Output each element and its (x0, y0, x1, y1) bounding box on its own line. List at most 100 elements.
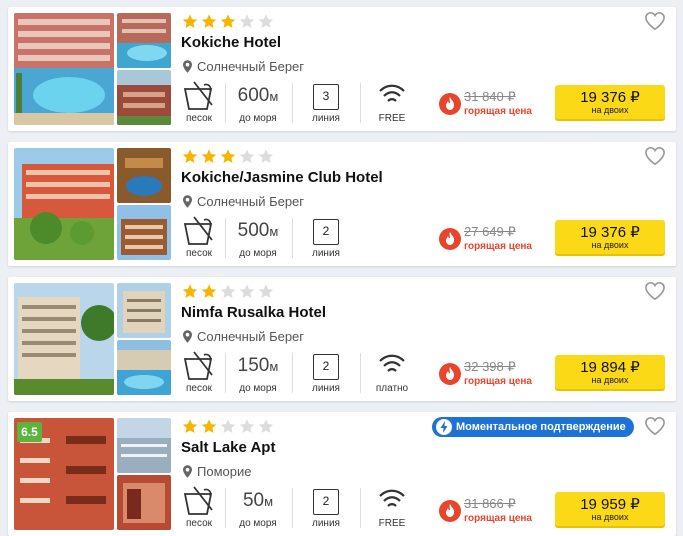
old-price: 31 866 ₽ (464, 496, 516, 511)
hotel-name[interactable]: Salt Lake Apt (181, 439, 275, 456)
line-value: 2 (313, 489, 339, 515)
price-value: 19 376 ₽ (580, 224, 640, 241)
beach-bucket-icon (183, 351, 213, 380)
fire-icon (439, 500, 461, 522)
hotel-card[interactable]: Nimfa Rusalka Hotel Солнечный Берег песо… (8, 277, 676, 401)
star-filled-icon (201, 14, 217, 29)
star-empty-icon (239, 149, 255, 164)
distance-label: до моря (239, 518, 277, 529)
hotel-photo-thumb[interactable] (117, 340, 171, 395)
distance-label: до моря (239, 383, 277, 394)
wifi-feature: FREE (368, 486, 416, 530)
distance-value: 500 (237, 220, 270, 241)
hotel-name[interactable]: Kokiche/Jasmine Club Hotel (181, 169, 383, 186)
hotel-photo-thumb[interactable] (117, 148, 171, 203)
distance-feature: 50м до моря (230, 486, 286, 530)
price-subtitle: на двоих (591, 240, 629, 250)
old-price: 27 649 ₽ (464, 224, 516, 239)
price-value: 19 376 ₽ (580, 89, 640, 106)
beach-label: песок (185, 383, 213, 394)
star-empty-icon (239, 284, 255, 299)
price-button[interactable]: 19 376 ₽ на двоих (555, 85, 665, 121)
wifi-feature: платно (368, 351, 416, 395)
hot-price-label: горящая цена (464, 106, 532, 117)
star-filled-icon (220, 149, 236, 164)
star-rating (181, 13, 275, 30)
rating-badge: 6.5 (17, 422, 42, 442)
beach-bucket-icon (183, 486, 213, 515)
line-feature: 3 линия (300, 81, 352, 125)
beach-feature: песок (178, 216, 220, 260)
wifi-label: FREE (378, 113, 406, 124)
location-pin-icon (183, 60, 192, 73)
beach-label: песок (185, 518, 213, 529)
hotel-photo-thumb[interactable] (117, 13, 171, 68)
favorite-heart-icon[interactable] (644, 11, 666, 31)
fire-icon (439, 363, 461, 385)
price-value: 19 959 ₽ (580, 496, 640, 513)
hotel-card[interactable]: Kokiche/Jasmine Club Hotel Солнечный Бер… (8, 142, 676, 266)
location-text: Солнечный Берег (197, 59, 305, 74)
distance-label: до моря (239, 248, 277, 259)
wifi-icon (379, 354, 405, 372)
price-button[interactable]: 19 959 ₽ на двоих (555, 492, 665, 528)
hotel-photo-main[interactable] (14, 148, 114, 260)
hotel-photo-thumb[interactable] (117, 205, 171, 260)
star-rating (181, 148, 275, 165)
line-label: линия (312, 113, 340, 124)
favorite-heart-icon[interactable] (644, 146, 666, 166)
distance-unit: м (269, 359, 279, 374)
hotel-photo-thumb[interactable] (117, 475, 171, 530)
hotel-photo-main[interactable] (14, 13, 114, 125)
star-empty-icon (239, 14, 255, 29)
price-subtitle: на двоих (591, 512, 629, 522)
hotel-name[interactable]: Kokiche Hotel (181, 34, 281, 51)
old-price: 31 840 ₽ (464, 89, 516, 104)
distance-feature: 150м до моря (230, 351, 286, 395)
star-filled-icon (182, 284, 198, 299)
hotel-photo-thumb[interactable] (117, 418, 171, 473)
star-empty-icon (220, 419, 236, 434)
hotel-card[interactable]: Kokiche Hotel Солнечный Берег песок 600м… (8, 7, 676, 131)
price-subtitle: на двоих (591, 375, 629, 385)
price-subtitle: на двоих (591, 105, 629, 115)
line-label: линия (312, 518, 340, 529)
line-value: 3 (313, 84, 339, 110)
price-button[interactable]: 19 376 ₽ на двоих (555, 220, 665, 256)
distance-value: 50 (242, 490, 265, 511)
beach-bucket-icon (183, 216, 213, 245)
fire-icon (439, 228, 461, 250)
hotel-photo-main[interactable] (14, 283, 114, 395)
star-filled-icon (182, 419, 198, 434)
location-pin-icon (183, 195, 192, 208)
star-empty-icon (239, 419, 255, 434)
location-text: Солнечный Берег (197, 329, 305, 344)
line-label: линия (312, 383, 340, 394)
location-pin-icon (183, 330, 192, 343)
hotel-photo-thumb[interactable] (117, 70, 171, 125)
hotel-name[interactable]: Nimfa Rusalka Hotel (181, 304, 326, 321)
location-pin-icon (183, 465, 192, 478)
favorite-heart-icon[interactable] (644, 416, 666, 436)
wifi-label: FREE (378, 518, 406, 529)
wifi-feature: FREE (368, 81, 416, 125)
star-filled-icon (201, 419, 217, 434)
wifi-icon (379, 84, 405, 102)
price-button[interactable]: 19 894 ₽ на двоих (555, 355, 665, 391)
instant-confirmation-text: Моментальное подтверждение (456, 421, 626, 433)
line-feature: 2 линия (300, 216, 352, 260)
beach-bucket-icon (183, 81, 213, 110)
distance-unit: м (269, 224, 279, 239)
star-empty-icon (258, 14, 274, 29)
hotel-card[interactable]: 6.5 Моментальное подтверждение Salt Lake… (8, 412, 676, 536)
beach-label: песок (185, 248, 213, 259)
line-label: линия (312, 248, 340, 259)
location-text: Поморие (197, 464, 252, 479)
favorite-heart-icon[interactable] (644, 281, 666, 301)
distance-value: 150 (237, 355, 270, 376)
distance-unit: м (264, 494, 274, 509)
star-empty-icon (258, 284, 274, 299)
star-filled-icon (201, 284, 217, 299)
hotel-photo-thumb[interactable] (117, 283, 171, 338)
star-empty-icon (258, 149, 274, 164)
